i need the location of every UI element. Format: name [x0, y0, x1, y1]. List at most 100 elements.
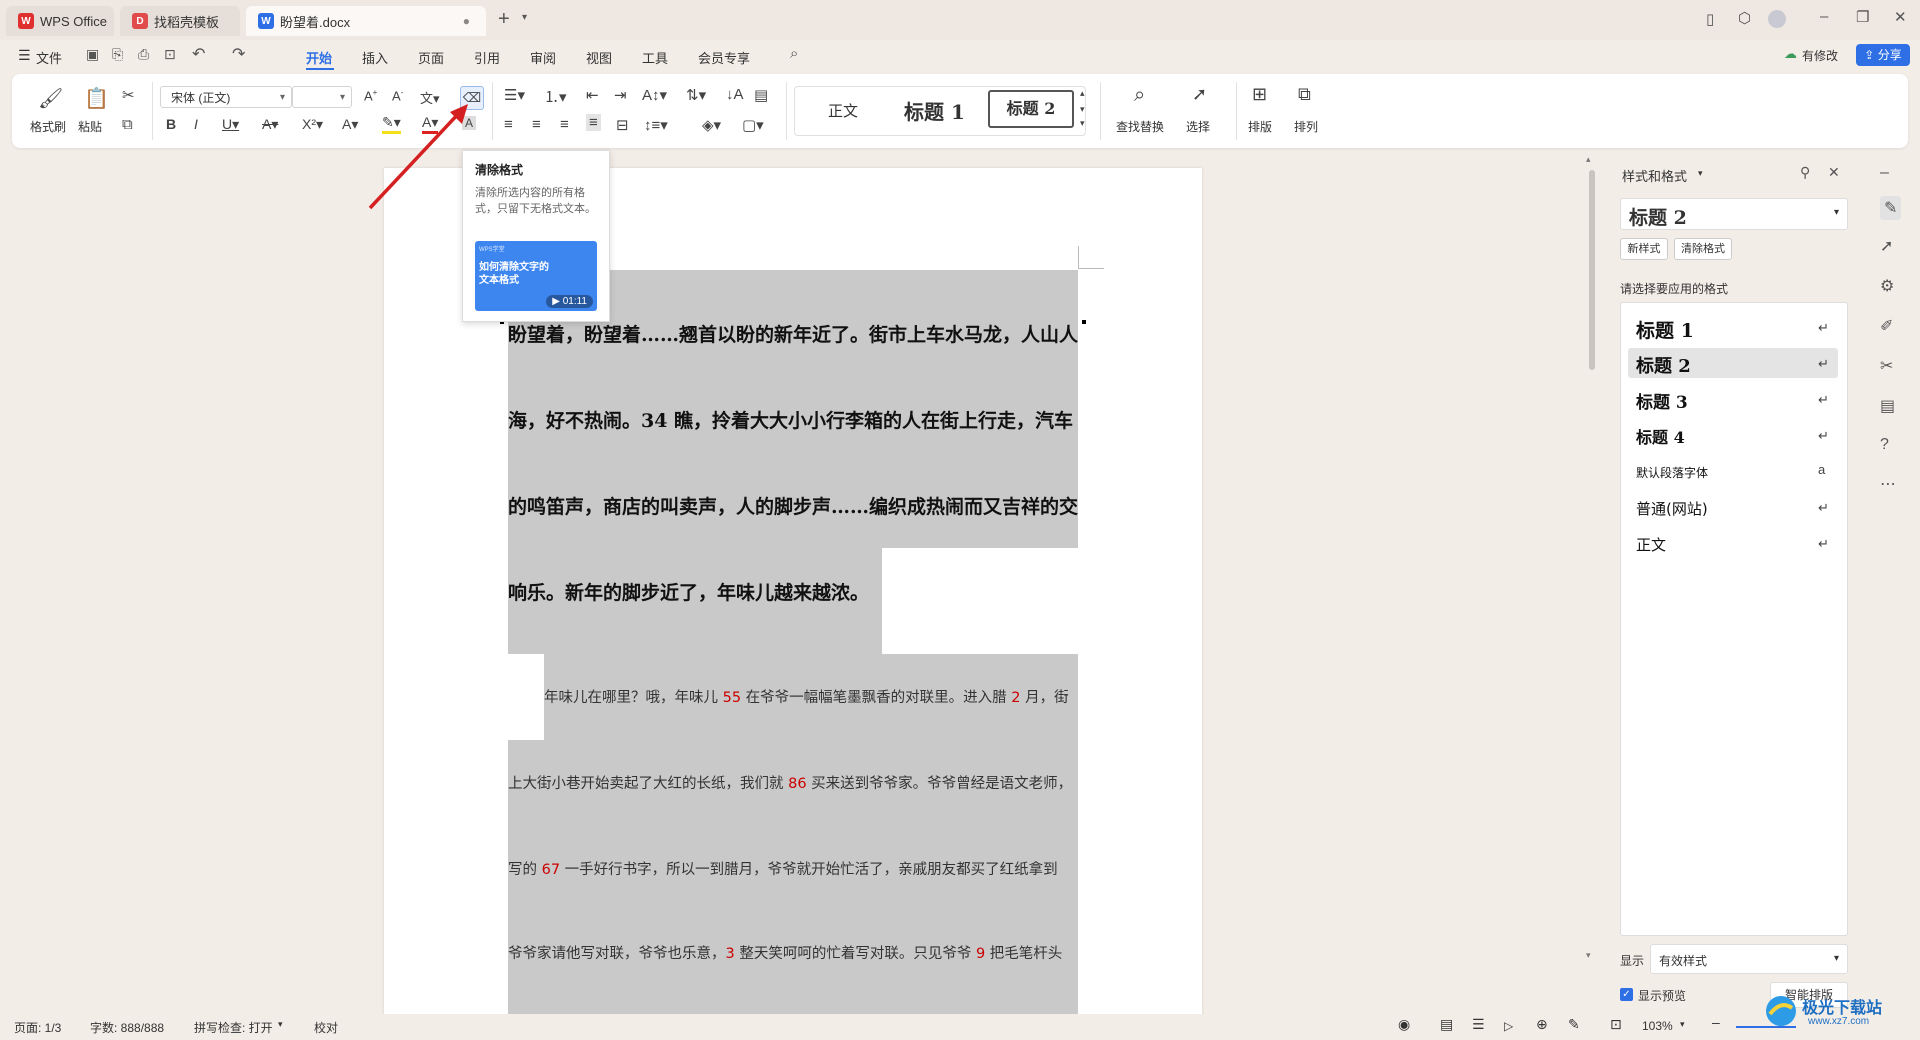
- chevron-down-icon[interactable]: ▾: [1680, 1019, 1685, 1030]
- select-label[interactable]: 选择: [1186, 118, 1210, 135]
- save-icon[interactable]: ▣: [86, 46, 99, 63]
- gallery-down-icon[interactable]: ▾: [1080, 104, 1085, 115]
- menu-file[interactable]: 文件: [36, 48, 62, 67]
- tab-document[interactable]: W 盼望着.docx ●: [246, 6, 486, 36]
- select-icon[interactable]: ➚: [1192, 84, 1207, 105]
- bullet-list-icon[interactable]: ☰▾: [504, 86, 525, 104]
- preview-icon[interactable]: ⊡: [164, 46, 176, 63]
- font-size-select[interactable]: ▾: [292, 86, 352, 108]
- tooltip-video[interactable]: WPS学堂 如何清除文字的文本格式 ▶ 01:11: [475, 241, 597, 311]
- export-icon[interactable]: ⎘: [112, 46, 123, 63]
- undo-icon[interactable]: ↶: [192, 44, 205, 64]
- cube-icon[interactable]: ⬡: [1738, 9, 1751, 27]
- show-select[interactable]: 有效样式 ▾: [1650, 944, 1848, 974]
- hamburger-icon[interactable]: ☰: [18, 47, 31, 64]
- font-name-select[interactable]: 宋体 (正文) ▾: [160, 86, 292, 108]
- text-effect-icon[interactable]: A▾: [342, 116, 358, 133]
- help-icon[interactable]: ?: [1880, 436, 1889, 454]
- menu-review[interactable]: 审阅: [530, 48, 556, 67]
- copy-icon[interactable]: ⧉: [122, 116, 133, 133]
- menu-member[interactable]: 会员专享: [698, 48, 750, 67]
- layout-icon[interactable]: ▯: [1706, 10, 1714, 28]
- style-item-h1[interactable]: 标题 1: [1636, 316, 1694, 343]
- menu-start[interactable]: 开始: [306, 48, 332, 67]
- eye-icon[interactable]: ◉: [1398, 1016, 1410, 1033]
- cut-icon[interactable]: ✂: [122, 86, 135, 104]
- proofread[interactable]: 校对: [314, 1019, 338, 1036]
- menu-page[interactable]: 页面: [418, 48, 444, 67]
- chevron-down-icon[interactable]: ▾: [522, 12, 527, 23]
- justify-icon[interactable]: ≡: [586, 114, 601, 131]
- new-tab-icon[interactable]: +: [498, 8, 510, 31]
- adjust-icon[interactable]: ⚙: [1880, 276, 1894, 296]
- format-painter-label[interactable]: 格式刷: [30, 118, 66, 135]
- bold-icon[interactable]: B: [166, 116, 176, 132]
- zoom-level[interactable]: 103%: [1642, 1019, 1673, 1033]
- border-icon[interactable]: ▢▾: [742, 116, 764, 134]
- tools-icon[interactable]: ✂: [1880, 356, 1893, 376]
- line-spacing-icon[interactable]: ↕≡▾: [644, 116, 668, 134]
- style-heading1[interactable]: 标题 1: [904, 96, 965, 125]
- zoom-out-icon[interactable]: –: [1712, 1014, 1720, 1030]
- style-item-web[interactable]: 普通(网站): [1636, 498, 1708, 519]
- format-painter-icon[interactable]: 🖌: [38, 86, 63, 111]
- page-indicator[interactable]: 页面: 1/3: [14, 1019, 61, 1036]
- preview-checkbox[interactable]: ✓: [1620, 988, 1633, 1001]
- menu-tools[interactable]: 工具: [642, 48, 668, 67]
- arrange-label[interactable]: 排列: [1294, 118, 1318, 135]
- strikethrough-icon[interactable]: A▾: [262, 116, 278, 133]
- selection-handle[interactable]: [1082, 320, 1086, 324]
- vertical-scrollbar[interactable]: [1589, 170, 1595, 370]
- align-left-icon[interactable]: ≡: [504, 116, 513, 133]
- search-icon[interactable]: ⌕: [790, 45, 798, 62]
- align-right-icon[interactable]: ≡: [560, 116, 569, 133]
- sort-icon[interactable]: ⇅▾: [686, 86, 706, 104]
- find-replace-label[interactable]: 查找替换: [1116, 118, 1164, 135]
- ruler-icon[interactable]: ▤: [754, 86, 768, 104]
- distribute-icon[interactable]: ⊟: [616, 116, 629, 134]
- style-item-normal[interactable]: 正文: [1636, 534, 1666, 555]
- increase-indent-icon[interactable]: ⇥: [614, 86, 627, 104]
- layout-label[interactable]: 排版: [1248, 118, 1272, 135]
- book-icon[interactable]: ▤: [1880, 396, 1895, 416]
- tab-wps-office[interactable]: W WPS Office: [6, 6, 114, 36]
- close-panel-icon[interactable]: ✕: [1828, 164, 1840, 181]
- fit-page-icon[interactable]: ⊡: [1610, 1016, 1622, 1033]
- web-view-icon[interactable]: ⊕: [1536, 1016, 1548, 1033]
- text-direction-icon[interactable]: A↕▾: [642, 86, 667, 104]
- sort-az-icon[interactable]: ↓A: [726, 86, 744, 103]
- underline-icon[interactable]: U▾: [222, 116, 239, 133]
- current-style-select[interactable]: 标题 2 ▾: [1620, 198, 1848, 230]
- minimize-icon[interactable]: –: [1820, 8, 1828, 25]
- style-item-default-font[interactable]: 默认段落字体: [1636, 464, 1708, 481]
- menu-reference[interactable]: 引用: [474, 48, 500, 67]
- paste-label[interactable]: 粘贴: [78, 118, 102, 135]
- style-item-h4[interactable]: 标题 4: [1636, 424, 1685, 448]
- find-replace-icon[interactable]: ⌕: [1134, 84, 1145, 107]
- style-brush-icon[interactable]: ✎: [1880, 196, 1902, 220]
- paste-icon[interactable]: 📋: [84, 86, 109, 111]
- scroll-up-icon[interactable]: ▴: [1586, 154, 1591, 165]
- italic-icon[interactable]: I: [194, 116, 198, 132]
- decrease-indent-icon[interactable]: ⇤: [586, 86, 599, 104]
- arrange-icon[interactable]: ⧉: [1298, 84, 1311, 105]
- numbered-list-icon[interactable]: ⒈▾: [544, 86, 567, 107]
- modified-status[interactable]: 有修改: [1802, 47, 1838, 64]
- restore-icon[interactable]: ❐: [1856, 8, 1869, 26]
- unsaved-dot-icon[interactable]: ●: [463, 14, 470, 28]
- outline-view-icon[interactable]: ☰: [1472, 1016, 1485, 1033]
- share-button[interactable]: ⇪ 分享: [1856, 44, 1910, 66]
- play-view-icon[interactable]: ▷: [1504, 1019, 1513, 1033]
- spell-check[interactable]: 拼写检查: 打开: [194, 1019, 273, 1036]
- edit-icon[interactable]: ✐: [1880, 316, 1893, 336]
- style-item-h3[interactable]: 标题 3: [1636, 388, 1688, 413]
- style-normal[interactable]: 正文: [828, 100, 858, 121]
- menu-insert[interactable]: 插入: [362, 48, 388, 67]
- align-center-icon[interactable]: ≡: [532, 116, 541, 133]
- more-icon[interactable]: ⋯: [1880, 474, 1896, 494]
- style-item-h2[interactable]: 标题 2: [1636, 352, 1691, 378]
- superscript-icon[interactable]: X²▾: [302, 116, 323, 133]
- chevron-down-icon[interactable]: ▾: [278, 1019, 283, 1030]
- close-icon[interactable]: ✕: [1894, 8, 1907, 26]
- gallery-up-icon[interactable]: ▴: [1080, 88, 1085, 99]
